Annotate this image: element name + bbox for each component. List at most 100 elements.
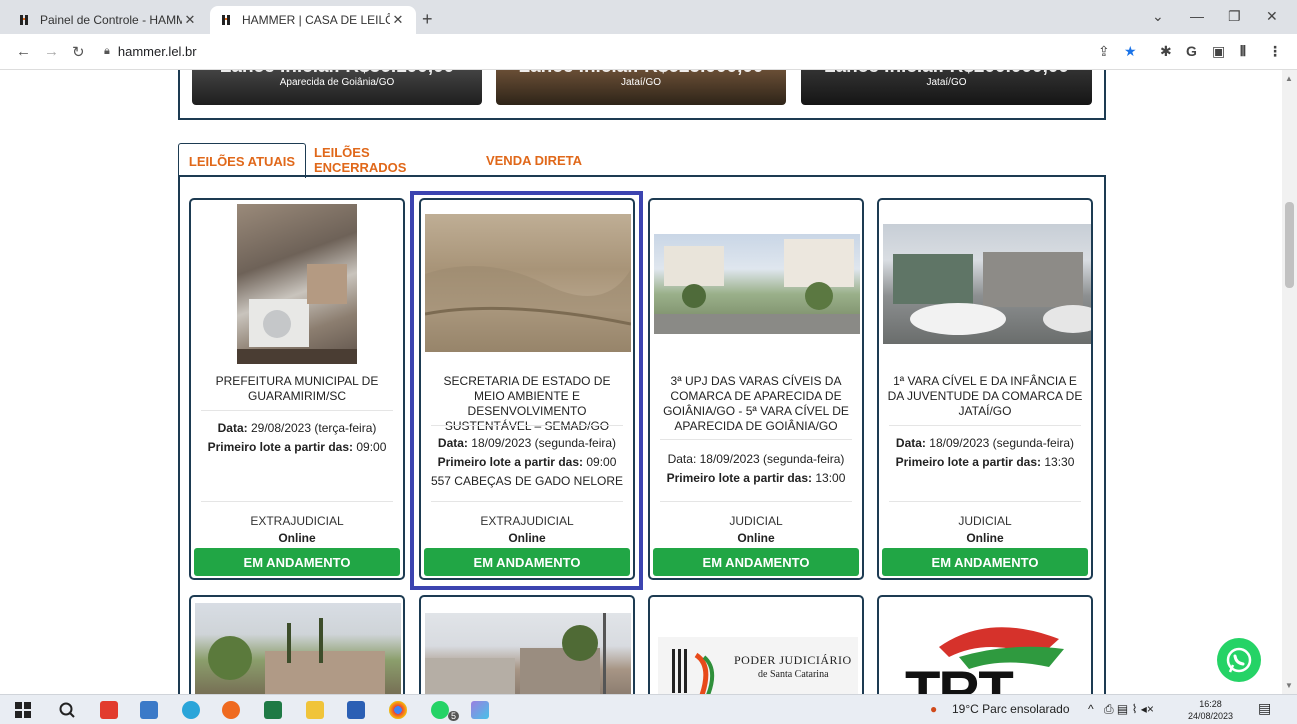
auction-kind: EXTRAJUDICIAL	[250, 514, 344, 528]
auction-mode: Online	[737, 531, 775, 545]
auction-kind: EXTRAJUDICIAL	[480, 514, 574, 528]
whatsapp-icon[interactable]	[1217, 638, 1261, 682]
browser-tab-painel[interactable]: Painel de Controle - HAMMER | C ✕	[8, 6, 208, 34]
auction-card[interactable]: PODER JUDICIÁRIO de Santa Catarina	[648, 595, 864, 694]
minimize-icon[interactable]: —	[1190, 8, 1204, 24]
edge-icon[interactable]	[182, 701, 200, 719]
tab-leiloes-atuais[interactable]: LEILÕES ATUAIS	[178, 143, 306, 178]
weather-text[interactable]: 19°C Parc ensolarado	[952, 702, 1070, 716]
notifications-icon[interactable]: ▤	[1258, 700, 1271, 717]
menu-icon[interactable]: ⋮	[1268, 43, 1282, 60]
close-window-icon[interactable]: ✕	[1266, 8, 1278, 25]
auction-card[interactable]: TRT	[877, 595, 1093, 694]
hammer-favicon-icon	[18, 13, 32, 27]
auction-image	[237, 204, 357, 364]
divider	[660, 501, 852, 502]
tray-icons[interactable]: ⎙ ▤ ⌇ ◂×	[1104, 702, 1154, 717]
lock-icon: 🔒︎	[104, 45, 110, 57]
taskbar: 5 ● 19°C Parc ensolarado ^ ⎙ ▤ ⌇ ◂× 16:2…	[0, 694, 1297, 724]
auction-info: Data: 18/09/2023 (segunda-feira) Primeir…	[654, 450, 858, 488]
clock[interactable]: 16:28 24/08/2023	[1188, 698, 1233, 722]
app-icon-purple[interactable]	[471, 701, 489, 719]
tray-overflow-icon[interactable]: ^	[1088, 702, 1094, 716]
auction-card[interactable]	[419, 595, 635, 694]
auction-card[interactable]: 1ª VARA CÍVEL E DA INFÂNCIA E DA JUVENTU…	[877, 198, 1093, 580]
browser-tab-strip: Painel de Controle - HAMMER | C ✕ HAMMER…	[0, 0, 1297, 34]
close-tab-icon[interactable]: ✕	[182, 12, 198, 28]
restore-icon[interactable]: ❐	[1228, 8, 1241, 25]
poder-judiciario-logo: PODER JUDICIÁRIO de Santa Catarina	[658, 637, 858, 694]
address-bar: ← → ↻ 🔒︎ hammer.lel.br ⇪ ★ ✱ G ▣ ⫴ ⋮	[0, 34, 1297, 70]
back-icon[interactable]: ←	[16, 43, 31, 60]
auction-card[interactable]: SECRETARIA DE ESTADO DE MEIO AMBIENTE E …	[419, 198, 635, 580]
close-tab-icon[interactable]: ✕	[390, 12, 406, 28]
forward-icon[interactable]: →	[44, 43, 59, 60]
auction-card[interactable]: PREFEITURA MUNICIPAL DE GUARAMIRIM/SC Da…	[189, 198, 405, 580]
banner-lance: Lance Inicial: R$56.100,00	[192, 70, 482, 78]
status-button[interactable]: EM ANDAMENTO	[882, 548, 1088, 576]
divider	[660, 439, 852, 440]
tab-leiloes-encerrados[interactable]: LEILÕES ENCERRADOS	[314, 143, 464, 177]
status-button[interactable]: EM ANDAMENTO	[424, 548, 630, 576]
browser-tab-title: Painel de Controle - HAMMER | C	[40, 13, 182, 27]
url-field[interactable]: 🔒︎ hammer.lel.br	[104, 44, 197, 59]
logo-subtitle: de Santa Catarina	[758, 669, 829, 680]
scroll-down-icon[interactable]: ▼	[1285, 681, 1293, 690]
excel-icon[interactable]	[264, 701, 282, 719]
browser-tab-hammer[interactable]: HAMMER | CASA DE LEILÕES ✕	[210, 6, 416, 34]
auction-info: Data: 29/08/2023 (terça-feira) Primeiro …	[195, 419, 399, 457]
auction-card[interactable]	[189, 595, 405, 694]
new-tab-icon[interactable]: +	[422, 9, 433, 30]
auction-image	[195, 603, 401, 694]
sidepanel-icon[interactable]: ▣	[1212, 43, 1225, 60]
divider	[889, 425, 1081, 426]
share-icon[interactable]: ⇪	[1098, 43, 1110, 60]
auction-image	[654, 234, 860, 334]
date-label: Data:	[895, 436, 926, 450]
date-label: Data:	[217, 421, 248, 435]
status-button[interactable]: EM ANDAMENTO	[194, 548, 400, 576]
file-explorer-icon[interactable]	[306, 701, 324, 719]
auction-kind: JUDICIAL	[958, 514, 1012, 528]
extensions-icon[interactable]: ✱	[1160, 43, 1172, 60]
first-lot-value: 09:00	[586, 455, 617, 469]
tab-venda-direta[interactable]: VENDA DIRETA	[482, 143, 586, 177]
auction-mode: Online	[508, 531, 546, 545]
first-lot-label: Primeiro lote a partir das:	[207, 440, 353, 454]
banner-city: Jataí/GO	[620, 77, 661, 88]
first-lot-value: 13:00	[815, 471, 846, 485]
trt-logo: TRT	[889, 617, 1085, 694]
featured-banner[interactable]: Lance Inicial: R$625.000,00 Jataí/GO	[496, 70, 786, 105]
windows-start-icon[interactable]	[14, 701, 32, 719]
auction-extra: 557 CABEÇAS DE GADO NELORE	[430, 474, 624, 488]
banner-lance: Lance Inicial: R$625.000,00	[496, 70, 786, 78]
app-icon-blue[interactable]	[140, 701, 158, 719]
banner-lance: Lance Inicial: R$200.000,00	[801, 70, 1092, 78]
scrollbar-thumb[interactable]	[1285, 202, 1294, 288]
banner-city: Aparecida de Goiânia/GO	[279, 77, 395, 88]
first-lot-value: 13:30	[1044, 455, 1075, 469]
scroll-up-icon[interactable]: ▲	[1285, 74, 1293, 83]
reload-icon[interactable]: ↻	[72, 43, 85, 61]
clock-date: 24/08/2023	[1188, 711, 1234, 721]
bookmark-star-icon[interactable]: ★	[1124, 43, 1137, 60]
word-icon[interactable]	[347, 701, 365, 719]
whatsapp-taskbar-icon[interactable]	[431, 701, 449, 719]
page-scrollbar[interactable]: ▲ ▼	[1282, 70, 1297, 694]
auction-mode: Online	[278, 531, 316, 545]
featured-banner[interactable]: Lance Inicial: R$200.000,00 Jataí/GO	[801, 70, 1092, 105]
auction-info: Data: 18/09/2023 (segunda-feira) Primeir…	[425, 434, 629, 491]
firefox-icon[interactable]	[222, 701, 240, 719]
status-button[interactable]: EM ANDAMENTO	[653, 548, 859, 576]
search-icon[interactable]	[58, 701, 76, 719]
date-label: Data:	[667, 452, 697, 466]
app-icon-red[interactable]	[100, 701, 118, 719]
auction-card[interactable]: 3ª UPJ DAS VARAS CÍVEIS DA COMARCA DE AP…	[648, 198, 864, 580]
tab-search-icon[interactable]: ⌄	[1152, 8, 1164, 25]
first-lot-label: Primeiro lote a partir das:	[895, 455, 1041, 469]
hammer-extension-icon[interactable]: ⫴	[1240, 43, 1246, 60]
g-extension-icon[interactable]: G	[1186, 43, 1197, 59]
browser-tab-title: HAMMER | CASA DE LEILÕES	[242, 13, 390, 27]
featured-banner[interactable]: Lance Inicial: R$56.100,00 Aparecida de …	[192, 70, 482, 105]
chrome-icon[interactable]	[389, 701, 407, 719]
